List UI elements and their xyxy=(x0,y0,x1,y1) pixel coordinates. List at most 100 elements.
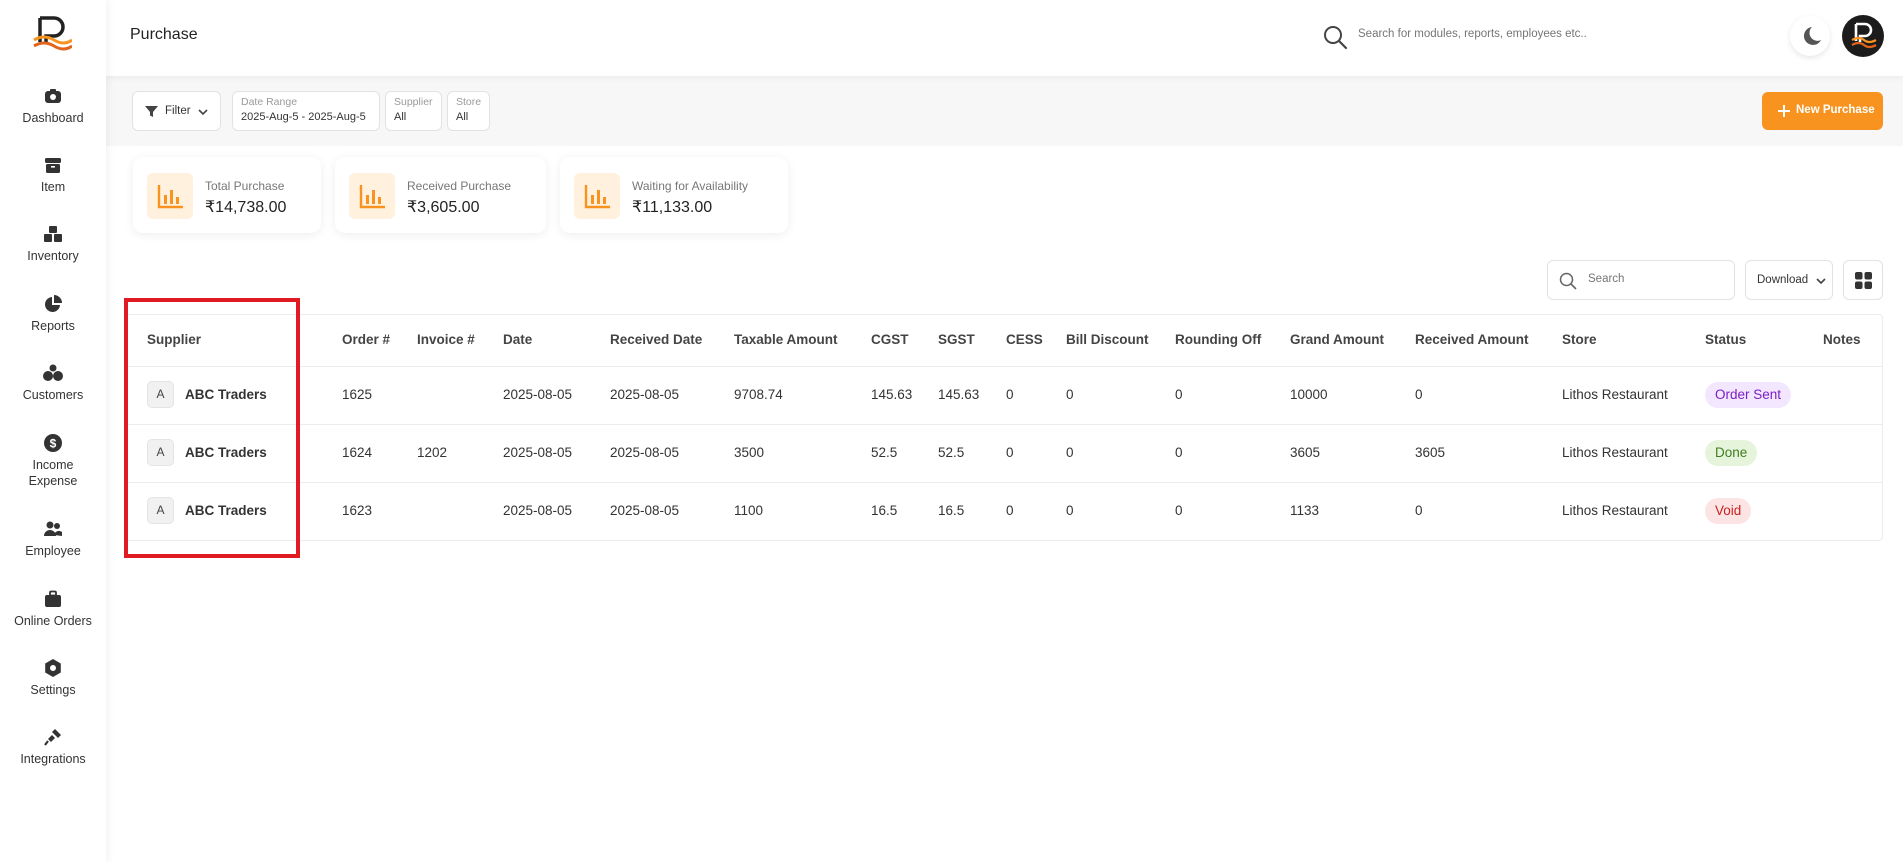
date-range-filter[interactable]: Date Range 2025-Aug-5 - 2025-Aug-5 xyxy=(232,91,380,131)
sidebar-item-item[interactable]: Item xyxy=(0,155,106,195)
rounding-off-cell: 0 xyxy=(1175,387,1183,402)
download-button[interactable]: Download xyxy=(1745,260,1833,300)
col-header-rounding-off[interactable]: Rounding Off xyxy=(1175,332,1261,347)
col-header-received-date[interactable]: Received Date xyxy=(610,332,702,347)
supplier-name[interactable]: ABC Traders xyxy=(185,503,267,518)
taxable-amount-cell: 9708.74 xyxy=(734,387,783,402)
svg-text:$: $ xyxy=(50,437,57,451)
search-icon xyxy=(1559,272,1577,290)
rounding-off-cell: 0 xyxy=(1175,445,1183,460)
cgst-cell: 16.5 xyxy=(871,503,898,518)
col-header-order[interactable]: Order # xyxy=(342,332,390,347)
stat-value: ₹3,605.00 xyxy=(407,199,480,216)
col-header-cgst[interactable]: CGST xyxy=(871,332,909,347)
sidebar: Dashboard Item Inventory Reports Custome… xyxy=(0,0,106,862)
col-header-taxable-amount[interactable]: Taxable Amount xyxy=(734,332,838,347)
sidebar-item-reports[interactable]: Reports xyxy=(0,294,106,334)
status-badge: Done xyxy=(1705,440,1758,466)
gear-icon xyxy=(45,659,61,677)
col-header-bill-discount[interactable]: Bill Discount xyxy=(1066,332,1149,347)
table-divider xyxy=(124,366,1883,367)
new-purchase-button[interactable]: New Purchase xyxy=(1762,92,1883,130)
date-cell: 2025-08-05 xyxy=(503,503,573,518)
col-header-grand-amount[interactable]: Grand Amount xyxy=(1290,332,1384,347)
date-cell: 2025-08-05 xyxy=(503,387,573,402)
col-header-notes[interactable]: Notes xyxy=(1823,332,1861,347)
received-date-cell: 2025-08-05 xyxy=(610,387,680,402)
stat-card-waiting: Waiting for Availability ₹11,133.00 xyxy=(560,157,788,233)
sidebar-item-label: Inventory xyxy=(27,249,79,263)
filter-button[interactable]: Filter xyxy=(132,91,221,131)
archive-box-icon xyxy=(45,158,61,173)
chevron-down-icon xyxy=(198,109,208,116)
sidebar-item-label: Online Orders xyxy=(14,614,92,628)
avatar-logo-icon xyxy=(1851,22,1877,49)
plug-icon xyxy=(44,729,61,746)
col-header-received-amount[interactable]: Received Amount xyxy=(1415,332,1529,347)
sidebar-item-settings[interactable]: Settings xyxy=(0,658,106,698)
sidebar-item-label: Settings xyxy=(30,683,76,697)
sidebar-item-dashboard[interactable]: Dashboard xyxy=(0,86,106,126)
supplier-avatar: A xyxy=(147,381,174,408)
bill-discount-cell: 0 xyxy=(1066,445,1074,460)
bill-discount-cell: 0 xyxy=(1066,503,1074,518)
status-badge: Void xyxy=(1705,498,1752,524)
table-divider xyxy=(124,424,1883,425)
app-logo[interactable] xyxy=(32,16,72,52)
plus-icon xyxy=(1778,105,1790,117)
new-purchase-label: New Purchase xyxy=(1796,104,1875,116)
bill-discount-cell: 0 xyxy=(1066,387,1074,402)
store-filter[interactable]: Store All xyxy=(447,91,490,131)
col-header-invoice[interactable]: Invoice # xyxy=(417,332,475,347)
supplier-avatar: A xyxy=(147,439,174,466)
sidebar-item-income-expense[interactable]: $ Income Expense xyxy=(0,433,106,489)
table-divider xyxy=(124,482,1883,483)
user-avatar[interactable] xyxy=(1842,15,1884,57)
order-number[interactable]: 1625 xyxy=(342,387,372,402)
grand-amount-cell: 3605 xyxy=(1290,445,1321,460)
cess-cell: 0 xyxy=(1006,503,1014,518)
employee-icon xyxy=(44,521,62,536)
global-search-input[interactable] xyxy=(1358,28,1618,40)
rounding-off-cell: 0 xyxy=(1175,503,1183,518)
order-number[interactable]: 1624 xyxy=(342,445,372,460)
table-search[interactable] xyxy=(1547,260,1735,300)
sidebar-item-label: Item xyxy=(40,180,66,194)
supplier-filter[interactable]: Supplier All xyxy=(385,91,442,131)
col-header-store[interactable]: Store xyxy=(1562,332,1597,347)
cess-cell: 0 xyxy=(1006,387,1014,402)
col-header-date[interactable]: Date xyxy=(503,332,532,347)
store-cell: Lithos Restaurant xyxy=(1562,387,1668,402)
supplier-filter-label: Supplier xyxy=(394,96,433,108)
theme-toggle-button[interactable] xyxy=(1790,16,1830,56)
table-search-input[interactable] xyxy=(1588,273,1728,285)
col-header-supplier[interactable]: Supplier xyxy=(147,332,201,347)
top-header: Purchase xyxy=(106,0,1903,76)
supplier-name[interactable]: ABC Traders xyxy=(185,445,267,460)
filter-icon xyxy=(145,106,158,117)
sidebar-item-inventory[interactable]: Inventory xyxy=(0,224,106,264)
col-header-cess[interactable]: CESS xyxy=(1006,332,1043,347)
invoice-number: 1202 xyxy=(417,445,448,460)
supplier-name[interactable]: ABC Traders xyxy=(185,387,267,402)
col-header-status[interactable]: Status xyxy=(1705,332,1746,347)
search-icon[interactable] xyxy=(1322,24,1348,50)
received-date-cell: 2025-08-05 xyxy=(610,503,680,518)
received-amount-cell: 0 xyxy=(1415,387,1423,402)
sidebar-item-online-orders[interactable]: Online Orders xyxy=(0,589,106,629)
sidebar-item-integrations[interactable]: Integrations xyxy=(0,727,106,767)
received-amount-cell: 0 xyxy=(1415,503,1423,518)
store-cell: Lithos Restaurant xyxy=(1562,445,1668,460)
sidebar-item-label: Income Expense xyxy=(28,458,78,488)
col-header-sgst[interactable]: SGST xyxy=(938,332,975,347)
sidebar-item-label: Dashboard xyxy=(22,111,84,125)
sidebar-item-employee[interactable]: Employee xyxy=(0,519,106,559)
sidebar-item-customers[interactable]: Customers xyxy=(0,363,106,403)
stat-label: Waiting for Availability xyxy=(632,179,749,193)
grid-view-button[interactable] xyxy=(1843,260,1883,300)
supplier-avatar: A xyxy=(147,497,174,524)
taxable-amount-cell: 3500 xyxy=(734,445,765,460)
order-number[interactable]: 1623 xyxy=(342,503,372,518)
download-label: Download xyxy=(1757,274,1809,286)
page-title: Purchase xyxy=(130,26,198,43)
